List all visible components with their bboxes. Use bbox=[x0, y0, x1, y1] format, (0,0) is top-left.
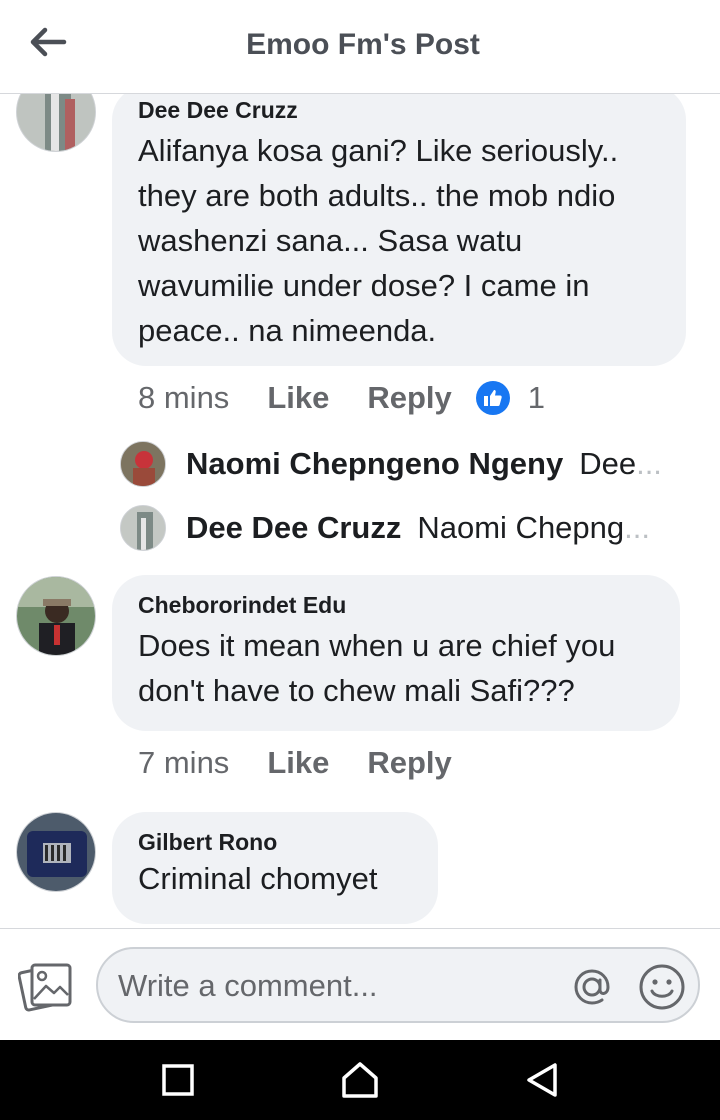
profile-photo-icon bbox=[17, 813, 95, 891]
square-icon bbox=[162, 1064, 194, 1096]
like-reaction-icon[interactable] bbox=[475, 381, 510, 415]
reply-author[interactable]: Naomi Chepngeno Ngeny bbox=[186, 446, 563, 482]
comment-author[interactable]: Chebororindet Edu bbox=[138, 591, 654, 619]
reply-item[interactable]: Dee Dee Cruzz Naomi Chepng... bbox=[120, 504, 680, 552]
profile-photo-icon bbox=[121, 442, 165, 486]
reply-snippet: Naomi Chepng... bbox=[417, 510, 650, 545]
reply-item[interactable]: Naomi Chepngeno Ngeny Dee... bbox=[120, 440, 680, 488]
comment-text: Alifanya kosa gani? Like seriously.. the… bbox=[138, 133, 619, 348]
like-button[interactable]: Like bbox=[267, 380, 329, 416]
mention-button[interactable] bbox=[568, 963, 616, 1011]
avatar[interactable] bbox=[16, 576, 96, 656]
avatar[interactable] bbox=[16, 94, 96, 152]
photo-button[interactable] bbox=[17, 959, 76, 1013]
system-nav-bar bbox=[0, 1040, 720, 1120]
avatar[interactable] bbox=[120, 441, 166, 487]
at-sign-icon bbox=[574, 969, 610, 1005]
avatar[interactable] bbox=[16, 812, 96, 892]
comment-time[interactable]: 8 mins bbox=[138, 380, 229, 416]
profile-photo-icon bbox=[17, 94, 95, 151]
comment-composer bbox=[0, 928, 720, 1040]
like-button[interactable]: Like bbox=[267, 745, 329, 781]
comment-bubble[interactable]: Dee Dee Cruzz Alifanya kosa gani? Like s… bbox=[112, 94, 686, 366]
comment-author[interactable]: Dee Dee Cruzz bbox=[138, 96, 660, 124]
profile-photo-icon bbox=[17, 577, 95, 655]
reply-button[interactable]: Reply bbox=[367, 380, 451, 416]
emoji-button[interactable] bbox=[636, 961, 688, 1013]
comment-author[interactable]: Gilbert Rono bbox=[138, 828, 412, 856]
page-title: Emoo Fm's Post bbox=[246, 28, 480, 61]
triangle-back-icon bbox=[527, 1063, 557, 1097]
comment-bubble[interactable]: Gilbert Rono Criminal chomyet bbox=[112, 812, 438, 924]
comment-feed[interactable]: Dee Dee Cruzz Alifanya kosa gani? Like s… bbox=[0, 94, 720, 928]
post-header: Emoo Fm's Post bbox=[0, 0, 720, 94]
comment-input-box[interactable] bbox=[96, 947, 700, 1023]
comment-bubble[interactable]: Chebororindet Edu Does it mean when u ar… bbox=[112, 575, 680, 731]
back-nav-button[interactable] bbox=[520, 1058, 564, 1102]
smiley-icon bbox=[639, 964, 685, 1010]
home-button[interactable] bbox=[338, 1058, 382, 1102]
comment-text: Criminal chomyet bbox=[138, 861, 378, 896]
reply-button[interactable]: Reply bbox=[367, 745, 451, 781]
comment-time[interactable]: 7 mins bbox=[138, 745, 229, 781]
recents-button[interactable] bbox=[156, 1058, 200, 1102]
reply-author[interactable]: Dee Dee Cruzz bbox=[186, 510, 401, 546]
reply-snippet: Dee... bbox=[579, 446, 662, 481]
home-icon bbox=[342, 1062, 378, 1098]
photo-icon bbox=[17, 963, 72, 1012]
avatar[interactable] bbox=[120, 505, 166, 551]
comment-text: Does it mean when u are chief you don't … bbox=[138, 628, 616, 708]
comment-actions: 8 mins Like Reply 1 bbox=[138, 380, 545, 416]
comment-actions: 7 mins Like Reply bbox=[138, 745, 490, 781]
profile-photo-icon bbox=[121, 506, 165, 550]
comment-input[interactable] bbox=[118, 963, 558, 1009]
reaction-count[interactable]: 1 bbox=[528, 380, 545, 416]
